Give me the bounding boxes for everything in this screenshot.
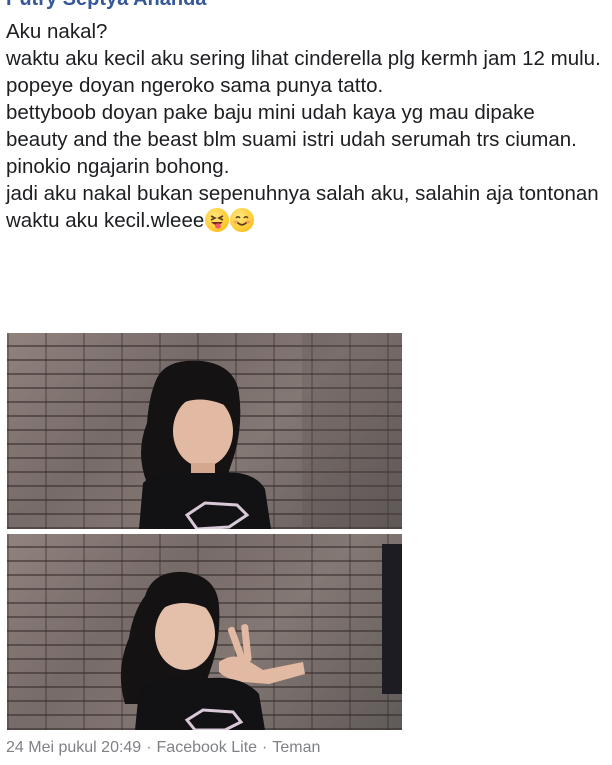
meta-separator: ·: [262, 739, 268, 756]
post-text-last-line: jadi aku nakal bukan sepenuhnya salah ak…: [6, 180, 606, 234]
photo-girl-brick-wall-peace-sign[interactable]: [7, 534, 402, 730]
smiling-face-icon: [230, 208, 255, 232]
post-author-name[interactable]: Putry Septya Ananda: [6, 0, 206, 11]
post-text-line: popeye doyan ngeroko sama punya tatto.: [6, 74, 384, 97]
post-text-line: bettyboob doyan pake baju mini udah kaya…: [6, 101, 535, 124]
photo-girl-brick-wall-1[interactable]: [7, 333, 402, 529]
post-timestamp[interactable]: 24 Mei pukul 20:49: [6, 739, 141, 756]
post-source-app: Facebook Lite: [156, 739, 258, 756]
post-text-line: jadi aku nakal bukan sepenuhnya salah ak…: [6, 182, 599, 232]
post-text-line: waktu aku kecil aku sering lihat cindere…: [6, 47, 601, 70]
post-text-line: Aku nakal?: [6, 20, 108, 43]
post-audience[interactable]: Teman: [272, 739, 320, 756]
meta-separator: ·: [146, 739, 152, 756]
post-text-line: pinokio ngajarin bohong.: [6, 155, 230, 178]
post-text-line: beauty and the beast blm suami istri uda…: [6, 128, 577, 151]
squinting-tongue-face-icon: [205, 208, 230, 232]
post-text: Aku nakal? waktu aku kecil aku sering li…: [6, 18, 606, 234]
post-meta: 24 Mei pukul 20:49 · Facebook Lite · Teman: [6, 739, 320, 757]
